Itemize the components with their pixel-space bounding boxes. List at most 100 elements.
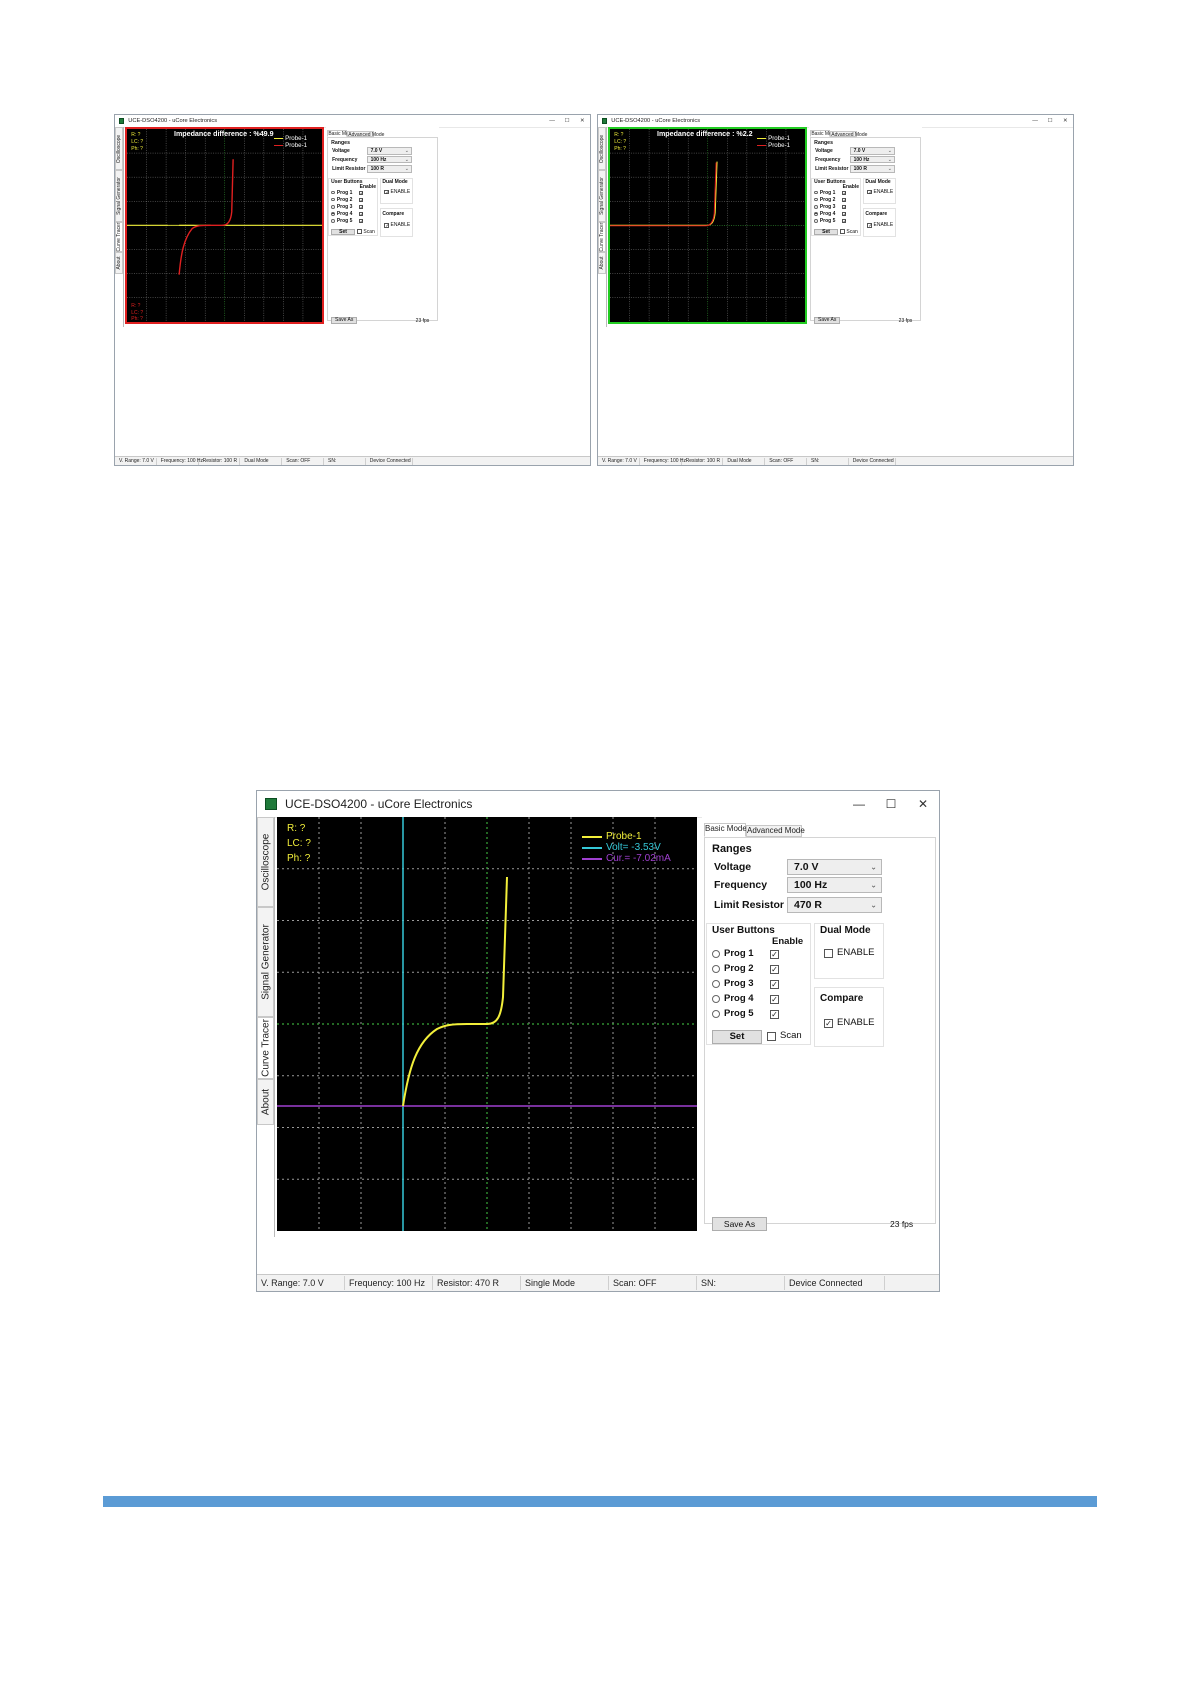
- dual-mode-enable-label: ENABLE: [837, 947, 875, 958]
- tab-oscilloscope[interactable]: Oscilloscope: [598, 127, 606, 171]
- set-button[interactable]: Set: [712, 1030, 762, 1044]
- status-field: Device Connected: [849, 457, 897, 465]
- compare-title: Compare: [820, 993, 864, 1004]
- tab-advanced-mode[interactable]: Advanced Mode: [746, 825, 805, 837]
- legend-label: Volt= -3.53V: [606, 842, 661, 853]
- tab-about[interactable]: About: [115, 251, 123, 274]
- limit-resistor-select[interactable]: 100 R ⌄: [849, 165, 895, 173]
- prog-1-radio[interactable]: [331, 190, 335, 195]
- prog-1-radio[interactable]: [712, 950, 720, 958]
- dual-mode-enable-checkbox[interactable]: ✓: [384, 190, 390, 196]
- prog-4-enable-checkbox[interactable]: ✓: [770, 995, 779, 1004]
- prog-5-radio[interactable]: [331, 219, 335, 223]
- save-as-button[interactable]: Save As: [331, 317, 358, 324]
- prog-4-radio[interactable]: [331, 211, 335, 216]
- minimize-button[interactable]: —: [544, 118, 559, 124]
- prog-5-radio[interactable]: [712, 1010, 720, 1018]
- frequency-select[interactable]: 100 Hz ⌄: [787, 877, 882, 893]
- dual-mode-enable-checkbox[interactable]: [824, 949, 833, 958]
- prog-label: Prog 4: [724, 993, 754, 1004]
- voltage-value: 7.0 V: [794, 861, 819, 873]
- prog-5-radio[interactable]: [814, 219, 818, 223]
- save-as-button[interactable]: Save As: [712, 1217, 767, 1231]
- prog-1-enable-checkbox[interactable]: ✓: [770, 950, 779, 959]
- prog-label: Prog 3: [336, 203, 353, 210]
- prog-3-radio[interactable]: [331, 204, 335, 209]
- set-button[interactable]: Set: [331, 228, 355, 236]
- compare-enable-checkbox[interactable]: ✓: [384, 223, 390, 229]
- tab-signal-generator[interactable]: Signal Generator: [257, 907, 274, 1017]
- prog-3-radio[interactable]: [814, 204, 818, 209]
- prog-2-enable-checkbox[interactable]: ✓: [358, 197, 364, 203]
- tab-oscilloscope[interactable]: Oscilloscope: [115, 127, 123, 171]
- prog-label: Prog 2: [819, 196, 836, 203]
- dual-mode-enable-checkbox[interactable]: ✓: [867, 190, 873, 196]
- voltage-label: Voltage: [332, 148, 350, 155]
- prog-4-radio[interactable]: [712, 995, 720, 1003]
- tab-basic-mode[interactable]: Basic Mode: [327, 130, 354, 137]
- minimize-button[interactable]: —: [843, 797, 875, 811]
- scan-checkbox[interactable]: [767, 1032, 776, 1041]
- maximize-button[interactable]: ☐: [875, 797, 907, 811]
- window-title: UCE-DSO4200 - uCore Electronics: [128, 118, 218, 125]
- voltage-select[interactable]: 7.0 V ⌄: [787, 859, 882, 875]
- frequency-select[interactable]: 100 Hz ⌄: [849, 155, 895, 164]
- limit-resistor-select[interactable]: 470 R ⌄: [787, 897, 882, 913]
- close-button[interactable]: ✕: [907, 797, 939, 811]
- maximize-button[interactable]: ☐: [560, 118, 575, 124]
- readout-text: R: ?: [614, 132, 624, 139]
- tab-oscilloscope[interactable]: Oscilloscope: [257, 817, 274, 907]
- status-field: Dual Mode: [240, 457, 283, 465]
- scan-checkbox[interactable]: [357, 229, 362, 234]
- tab-curve-tracer[interactable]: Curve Tracer: [598, 222, 606, 252]
- save-as-button[interactable]: Save As: [814, 317, 841, 324]
- prog-label: Prog 5: [336, 218, 353, 225]
- prog-4-enable-checkbox[interactable]: ✓: [841, 211, 847, 218]
- prog-3-radio[interactable]: [712, 980, 720, 988]
- chevron-down-icon: ⌄: [887, 166, 892, 173]
- prog-5-enable-checkbox[interactable]: ✓: [358, 219, 364, 225]
- tab-about[interactable]: About: [598, 251, 606, 274]
- prog-label: Prog 2: [724, 963, 754, 974]
- tab-about[interactable]: About: [257, 1079, 274, 1125]
- prog-2-enable-checkbox[interactable]: ✓: [841, 197, 847, 203]
- side-tab-label: Oscilloscope: [115, 134, 122, 163]
- tab-curve-tracer[interactable]: Curve Tracer: [115, 222, 123, 252]
- limit-resistor-select[interactable]: 100 R ⌄: [366, 165, 412, 173]
- prog-3-enable-checkbox[interactable]: ✓: [358, 204, 364, 210]
- tab-curve-tracer[interactable]: Curve Tracer: [257, 1017, 274, 1079]
- prog-5-enable-checkbox[interactable]: ✓: [841, 219, 847, 225]
- tab-basic-mode[interactable]: Basic Mode: [810, 130, 837, 137]
- frequency-select[interactable]: 100 Hz ⌄: [366, 155, 412, 164]
- prog-2-radio[interactable]: [712, 965, 720, 973]
- prog-3-enable-checkbox[interactable]: ✓: [841, 204, 847, 210]
- scan-checkbox[interactable]: [840, 229, 845, 234]
- voltage-select[interactable]: 7.0 V ⌄: [366, 147, 412, 155]
- close-button[interactable]: ✕: [575, 118, 590, 124]
- limit-resistor-value: 470 R: [794, 899, 823, 911]
- chevron-down-icon: ⌄: [887, 156, 892, 163]
- tab-signal-generator[interactable]: Signal Generator: [598, 170, 606, 223]
- prog-2-enable-checkbox[interactable]: ✓: [770, 965, 779, 974]
- ranges-title: Ranges: [712, 843, 752, 855]
- maximize-button[interactable]: ☐: [1043, 118, 1058, 124]
- prog-5-enable-checkbox[interactable]: ✓: [770, 1010, 779, 1019]
- prog-4-enable-checkbox[interactable]: ✓: [358, 211, 364, 218]
- prog-1-radio[interactable]: [814, 190, 818, 195]
- close-button[interactable]: ✕: [1058, 118, 1073, 124]
- compare-enable-checkbox[interactable]: ✓: [867, 223, 873, 229]
- prog-4-radio[interactable]: [814, 211, 818, 216]
- tab-signal-generator[interactable]: Signal Generator: [115, 170, 123, 223]
- dual-mode-enable-label: ENABLE: [390, 189, 411, 196]
- minimize-button[interactable]: —: [1027, 118, 1042, 124]
- limit-resistor-label: Limit Resistor: [332, 166, 366, 173]
- compare-enable-checkbox[interactable]: ✓: [824, 1019, 833, 1028]
- set-button[interactable]: Set: [814, 228, 838, 236]
- voltage-select[interactable]: 7.0 V ⌄: [849, 147, 895, 155]
- tab-basic-mode[interactable]: Basic Mode: [704, 823, 747, 837]
- status-field: Resistor: 100 R: [682, 457, 724, 465]
- prog-3-enable-checkbox[interactable]: ✓: [770, 980, 779, 989]
- prog-1-enable-checkbox[interactable]: ✓: [841, 190, 847, 196]
- prog-1-enable-checkbox[interactable]: ✓: [358, 190, 364, 196]
- voltage-label: Voltage: [815, 148, 833, 155]
